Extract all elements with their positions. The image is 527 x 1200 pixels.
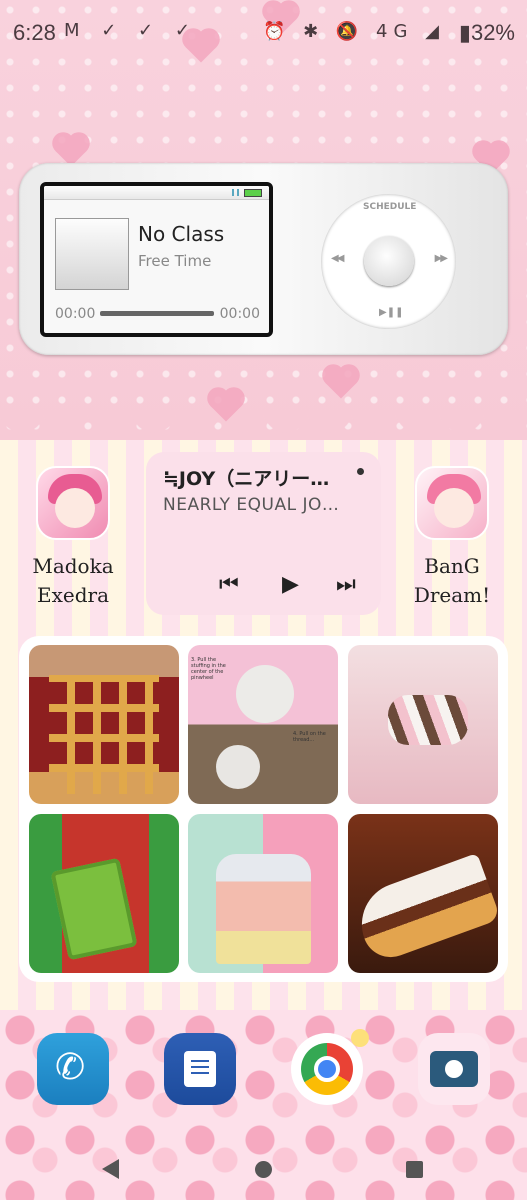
track-artist: NEARLY EQUAL JO… xyxy=(163,495,340,515)
ipod-screen[interactable]: No Class Free Time 00:00 00:00 xyxy=(40,182,273,337)
madoka-exedra-icon[interactable] xyxy=(36,466,110,540)
wheel-next-icon[interactable]: ▶▶ xyxy=(435,253,448,264)
status-time: 6:28 xyxy=(13,20,56,45)
chrome-icon[interactable] xyxy=(291,1029,369,1105)
music-player-widget[interactable]: ≒JOY（ニアリー… NEARLY EQUAL JO… ⏮ ▶ ⏭ xyxy=(146,452,381,615)
system-status-icons: ⏰ ✱ 🔕 4G ◢ xyxy=(262,21,445,42)
camera-icon[interactable] xyxy=(418,1033,490,1105)
song-title: No Class xyxy=(138,222,225,246)
photo-juice-box-backpack[interactable] xyxy=(29,814,179,973)
photo-caption: 4. Pull on the thread... xyxy=(293,731,326,743)
notification-badge xyxy=(351,1029,369,1047)
back-icon[interactable] xyxy=(102,1159,119,1179)
wheel-previous-icon[interactable]: ◀◀ xyxy=(331,253,344,264)
photo-striped-gloves[interactable] xyxy=(348,645,498,804)
photo-cherry-pie-skirt[interactable] xyxy=(29,645,179,804)
ipod-schedule-widget[interactable]: No Class Free Time 00:00 00:00 SCHEDULE … xyxy=(19,163,508,355)
ipod-screen-statusbar xyxy=(44,186,269,200)
messages-icon[interactable] xyxy=(164,1033,236,1105)
progress-bar xyxy=(100,311,214,316)
song-artist: Free Time xyxy=(138,252,212,270)
phone-icon[interactable]: ✆ xyxy=(37,1033,109,1105)
album-art xyxy=(55,218,129,290)
navigation-bar xyxy=(0,1145,527,1200)
next-track-icon[interactable]: ⏭ xyxy=(336,572,356,597)
play-icon[interactable]: ▶ xyxy=(282,572,299,597)
photo-grid-widget[interactable]: 3. Pull the stuffing in the center of th… xyxy=(19,636,508,982)
ipod-battery-icon xyxy=(244,189,262,197)
wheel-play-pause-icon[interactable]: ▶❚❚ xyxy=(379,307,403,318)
app-label: BanG Dream! xyxy=(413,554,491,607)
time-elapsed: 00:00 xyxy=(55,306,96,322)
time-remaining: 00:00 xyxy=(219,306,260,322)
app-label: Madoka Exedra xyxy=(32,554,114,607)
photo-sundae-shoe[interactable] xyxy=(348,814,498,973)
app-bang-dream[interactable]: BanG Dream! xyxy=(402,466,502,610)
photo-pinwheel-tutorial[interactable]: 3. Pull the stuffing in the center of th… xyxy=(188,645,338,804)
recents-icon[interactable] xyxy=(406,1161,423,1178)
bang-dream-icon[interactable] xyxy=(415,466,489,540)
battery-percent: 32% xyxy=(470,20,515,45)
wheel-menu-button[interactable]: SCHEDULE xyxy=(363,202,416,212)
ipod-pause-icon xyxy=(232,189,239,196)
track-title: ≒JOY（ニアリー… xyxy=(163,468,330,490)
previous-track-icon[interactable]: ⏮ xyxy=(219,572,239,597)
notification-icons: M ✓ ✓ ✓ xyxy=(64,20,198,41)
app-indicator-dot xyxy=(357,468,364,475)
battery-indicator: ▮32% xyxy=(458,20,515,45)
home-icon[interactable] xyxy=(255,1161,272,1178)
wheel-center-button[interactable] xyxy=(364,236,414,286)
click-wheel[interactable]: SCHEDULE ◀◀ ▶▶ ▶❚❚ xyxy=(321,194,456,329)
photo-ice-cream-top[interactable] xyxy=(188,814,338,973)
photo-caption: 3. Pull the stuffing in the center of th… xyxy=(191,657,226,681)
status-bar: 6:28 M ✓ ✓ ✓ ⏰ ✱ 🔕 4G ◢ ▮32% xyxy=(0,0,527,66)
app-madoka-exedra[interactable]: Madoka Exedra xyxy=(23,466,123,610)
